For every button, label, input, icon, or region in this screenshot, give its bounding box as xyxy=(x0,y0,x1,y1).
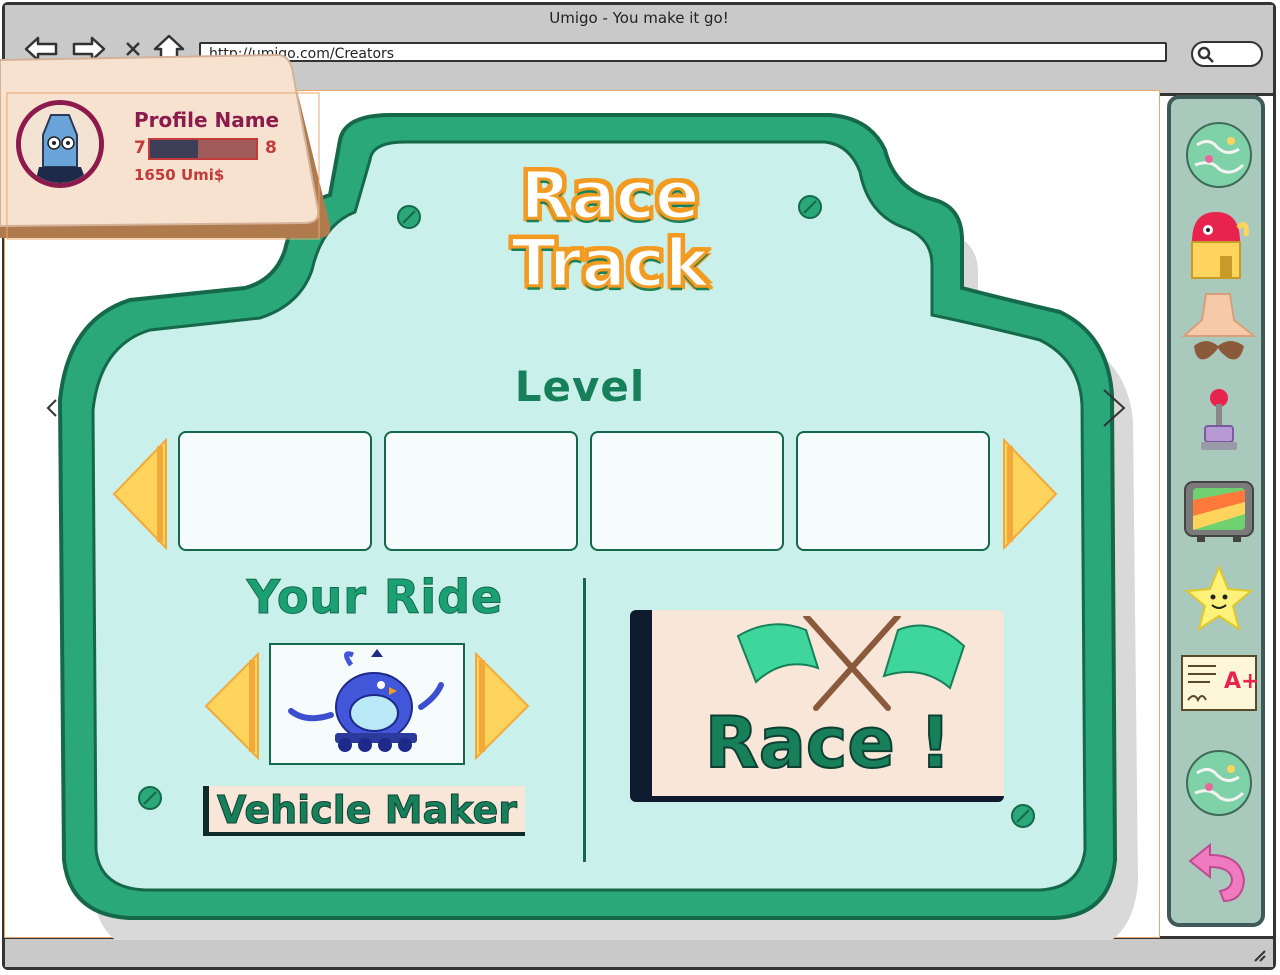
blue-monster-vehicle-icon xyxy=(288,649,444,752)
mustache-face-icon xyxy=(1181,293,1257,360)
sidebar-item-tv[interactable] xyxy=(1179,471,1259,551)
section-divider xyxy=(583,578,586,862)
level-slot-2[interactable] xyxy=(384,431,578,551)
sidebar-item-favorites[interactable] xyxy=(1179,559,1259,639)
report-card-icon: A+ xyxy=(1181,655,1258,711)
currency-balance: 1650 Umi$ xyxy=(134,166,225,184)
xp-progress-bar xyxy=(148,138,258,160)
title-line-2: Track xyxy=(510,225,711,302)
globe-map-icon xyxy=(1186,750,1252,816)
vehicle-maker-button[interactable]: Vehicle Maker xyxy=(203,786,525,836)
race-button[interactable]: Race ! xyxy=(630,610,1004,802)
level-label: Level xyxy=(514,362,646,411)
back-arrow-pink-icon xyxy=(1188,842,1246,903)
page-title: Race Track xyxy=(420,157,800,302)
current-level: 7 xyxy=(134,138,146,158)
crossed-flags-icon xyxy=(736,616,966,711)
avatar[interactable] xyxy=(16,100,104,188)
sidebar-item-back[interactable] xyxy=(1179,833,1259,913)
status-bar xyxy=(5,936,1273,967)
svg-text:A+: A+ xyxy=(1224,669,1258,694)
search-icon xyxy=(1197,46,1214,63)
globe-map-icon xyxy=(1186,122,1252,188)
sidebar-item-world-map[interactable] xyxy=(1179,115,1259,195)
search-input[interactable] xyxy=(1191,41,1263,67)
star-icon xyxy=(1184,564,1254,632)
sidebar: A+ xyxy=(1167,95,1265,927)
level-next-arrow[interactable] xyxy=(1002,438,1058,550)
next-level: 8 xyxy=(265,138,277,158)
race-button-label: Race ! xyxy=(704,701,952,785)
ride-next-arrow[interactable] xyxy=(474,652,530,760)
resize-grip-icon[interactable] xyxy=(1251,947,1267,963)
profile-card[interactable]: Profile Name 7 8 1650 Umi$ xyxy=(0,0,331,240)
level-prev-arrow[interactable] xyxy=(112,438,168,550)
tv-icon xyxy=(1184,481,1254,542)
sidebar-item-games[interactable] xyxy=(1179,381,1259,461)
level-slot-4[interactable] xyxy=(796,431,990,551)
profile-name: Profile Name xyxy=(134,108,280,132)
sidebar-item-world-map-2[interactable] xyxy=(1179,743,1259,823)
your-ride-label: Your Ride xyxy=(246,570,504,625)
joystick-icon xyxy=(1201,389,1237,450)
pink-house-icon xyxy=(1191,212,1249,279)
sidebar-item-home[interactable] xyxy=(1179,205,1259,285)
xp-progress-fill xyxy=(150,140,198,158)
avatar-character-icon xyxy=(21,105,99,183)
level-slot-3[interactable] xyxy=(590,431,784,551)
vehicle-preview[interactable] xyxy=(269,643,465,765)
sidebar-item-character[interactable] xyxy=(1179,291,1259,371)
ride-prev-arrow[interactable] xyxy=(204,652,260,760)
level-slot-1[interactable] xyxy=(178,431,372,551)
sidebar-item-report-card[interactable]: A+ xyxy=(1179,643,1259,723)
title-line-1: Race xyxy=(519,157,701,234)
